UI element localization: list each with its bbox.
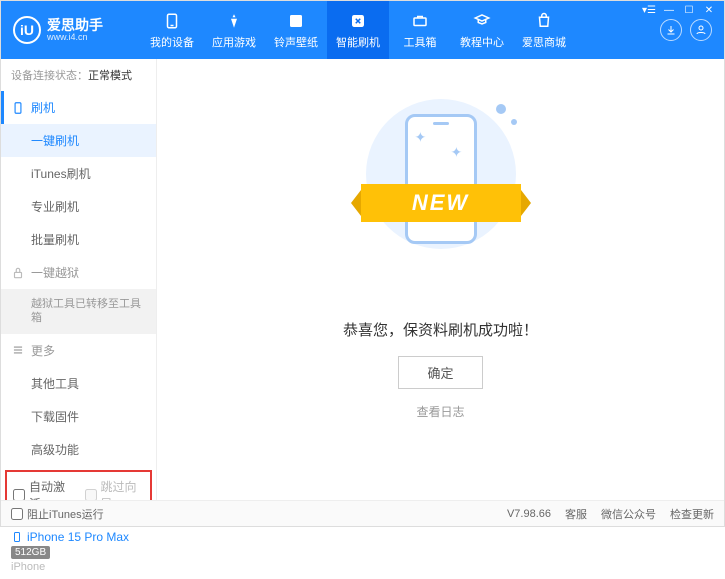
logo: iU 爱思助手 www.i4.cn (1, 16, 141, 44)
logo-title: 爱思助手 (47, 18, 103, 32)
apps-icon (224, 11, 244, 31)
sidebar-section-more[interactable]: 更多 (1, 334, 156, 367)
maximize-icon[interactable]: ☐ (682, 5, 696, 16)
logo-icon: iU (13, 16, 41, 44)
success-illustration: ✦ ✦ NEW (341, 89, 541, 289)
lock-icon (11, 266, 25, 280)
sidebar-item-download-firmware[interactable]: 下载固件 (1, 400, 156, 433)
footer-link-wechat[interactable]: 微信公众号 (601, 506, 656, 522)
window-controls: ▾☰ — ☐ ✕ (642, 5, 716, 16)
storage-badge: 512GB (11, 546, 50, 559)
footer-link-support[interactable]: 客服 (565, 506, 587, 522)
nav-ringtones[interactable]: 铃声壁纸 (265, 1, 327, 59)
menu-icon[interactable]: ▾☰ (642, 5, 656, 16)
success-message: 恭喜您，保资料刷机成功啦！ (343, 319, 538, 340)
sidebar-item-other-tools[interactable]: 其他工具 (1, 367, 156, 400)
sidebar-item-itunes-flash[interactable]: iTunes刷机 (1, 157, 156, 190)
ringtone-icon (286, 11, 306, 31)
phone-small-icon (11, 531, 23, 543)
main-content: ✦ ✦ NEW 恭喜您，保资料刷机成功啦！ 确定 查看日志 (157, 59, 724, 500)
view-log-link[interactable]: 查看日志 (416, 403, 464, 420)
device-name[interactable]: iPhone 15 Pro Max (11, 530, 146, 544)
nav-apps[interactable]: 应用游戏 (203, 1, 265, 59)
menu-icon (11, 343, 25, 357)
toolbox-icon (410, 11, 430, 31)
sidebar-item-pro-flash[interactable]: 专业刷机 (1, 190, 156, 223)
close-icon[interactable]: ✕ (702, 5, 716, 16)
store-icon (534, 11, 554, 31)
device-status: 设备连接状态：正常模式 (1, 59, 156, 91)
flash-icon (348, 11, 368, 31)
new-ribbon: NEW (361, 184, 521, 222)
download-button[interactable] (660, 19, 682, 41)
nav-store[interactable]: 爱思商城 (513, 1, 575, 59)
sidebar: 设备连接状态：正常模式 刷机 一键刷机 iTunes刷机 专业刷机 批量刷机 一… (1, 59, 157, 500)
sidebar-section-flash[interactable]: 刷机 (1, 91, 156, 124)
logo-subtitle: www.i4.cn (47, 32, 103, 42)
sidebar-item-oneclick-flash[interactable]: 一键刷机 (1, 124, 156, 157)
tutorial-icon (472, 11, 492, 31)
header: iU 爱思助手 www.i4.cn 我的设备 应用游戏 铃声壁纸 (1, 1, 724, 59)
footer: 阻止iTunes运行 V7.98.66 客服 微信公众号 检查更新 (1, 500, 724, 526)
version-label: V7.98.66 (507, 508, 551, 520)
device-icon (162, 11, 182, 31)
sidebar-section-jailbreak[interactable]: 一键越狱 (1, 256, 156, 289)
nav-my-device[interactable]: 我的设备 (141, 1, 203, 59)
phone-icon (11, 101, 25, 115)
header-right (648, 19, 724, 41)
top-nav: 我的设备 应用游戏 铃声壁纸 智能刷机 工具箱 (141, 1, 648, 59)
nav-flash[interactable]: 智能刷机 (327, 1, 389, 59)
sidebar-item-batch-flash[interactable]: 批量刷机 (1, 223, 156, 256)
nav-tutorials[interactable]: 教程中心 (451, 1, 513, 59)
minimize-icon[interactable]: — (662, 5, 676, 16)
ok-button[interactable]: 确定 (398, 356, 482, 389)
device-info: iPhone 15 Pro Max 512GB iPhone (1, 524, 156, 579)
block-itunes-checkbox[interactable]: 阻止iTunes运行 (11, 506, 104, 522)
device-type: iPhone (11, 561, 146, 573)
nav-toolbox[interactable]: 工具箱 (389, 1, 451, 59)
footer-link-update[interactable]: 检查更新 (670, 506, 714, 522)
sidebar-item-advanced[interactable]: 高级功能 (1, 433, 156, 466)
user-button[interactable] (690, 19, 712, 41)
jailbreak-note: 越狱工具已转移至工具箱 (1, 289, 156, 334)
